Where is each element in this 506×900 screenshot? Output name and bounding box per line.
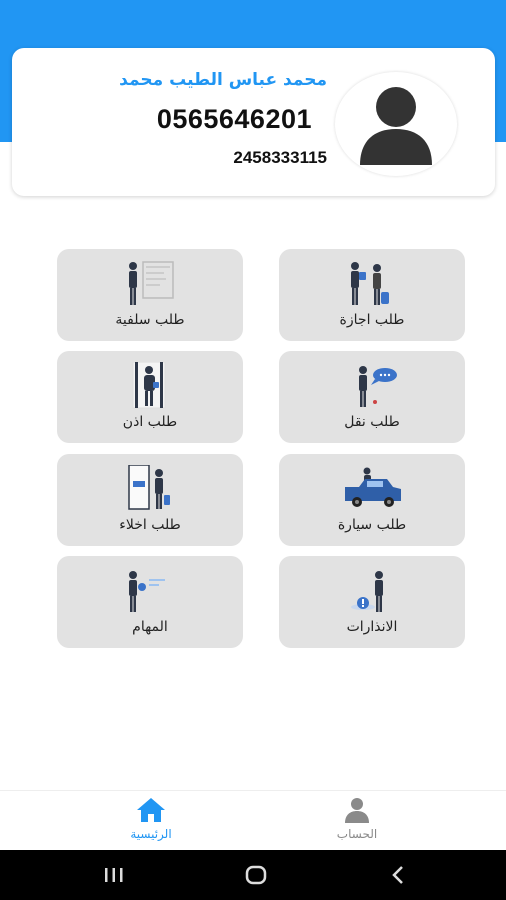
- advance-icon: [129, 261, 174, 305]
- tile-permission-request[interactable]: طلب اذن: [57, 351, 243, 443]
- home-button-icon[interactable]: [236, 862, 276, 888]
- tile-label: طلب سيارة: [337, 517, 407, 533]
- recent-apps-icon[interactable]: [94, 862, 134, 888]
- tile-warnings[interactable]: الانذارات: [279, 556, 465, 648]
- profile-card: محمد عباس الطيب محمد 0565646201 24583331…: [12, 48, 495, 196]
- tile-car-request[interactable]: طلب سيارة: [279, 454, 465, 546]
- warnings-icon: [351, 571, 383, 612]
- user-avatar-icon: [360, 87, 432, 165]
- tile-label: طلب اخلاء: [119, 517, 181, 533]
- avatar[interactable]: [335, 72, 457, 176]
- permission-icon: [132, 362, 166, 409]
- system-navigation-bar: [0, 850, 506, 900]
- tile-advance-request[interactable]: طلب سلفية: [57, 249, 243, 341]
- tile-label: طلب سلفية: [115, 312, 185, 328]
- nav-home[interactable]: الرئيسية: [91, 797, 211, 847]
- tasks-icon: [129, 571, 165, 612]
- clearance-icon: [128, 465, 170, 510]
- profile-name: محمد عباس الطيب محمد: [119, 70, 327, 90]
- tile-label: المهام: [132, 619, 168, 635]
- tile-label: الانذارات: [346, 619, 398, 635]
- nav-home-label: الرئيسية: [130, 827, 172, 841]
- tile-transfer-request[interactable]: طلب نقل: [279, 351, 465, 443]
- tile-vacation-request[interactable]: طلب اجازة: [279, 249, 465, 341]
- account-icon: [345, 798, 369, 823]
- bottom-navigation: الرئيسية الحساب: [0, 790, 506, 850]
- tile-clearance-request[interactable]: طلب اخلاء: [57, 454, 243, 546]
- nav-account-label: الحساب: [336, 827, 378, 841]
- home-icon: [137, 798, 165, 822]
- back-icon[interactable]: [378, 862, 418, 888]
- profile-id-number: 2458333115: [233, 148, 327, 167]
- car-icon: [345, 467, 401, 507]
- tile-tasks[interactable]: المهام: [57, 556, 243, 648]
- transfer-icon: [359, 366, 397, 407]
- tile-label: طلب اجازة: [339, 312, 405, 328]
- tile-label: طلب نقل: [344, 414, 400, 430]
- tile-label: طلب اذن: [122, 414, 178, 430]
- nav-account[interactable]: الحساب: [297, 797, 417, 847]
- profile-phone: 0565646201: [156, 104, 312, 134]
- vacation-icon: [351, 262, 389, 305]
